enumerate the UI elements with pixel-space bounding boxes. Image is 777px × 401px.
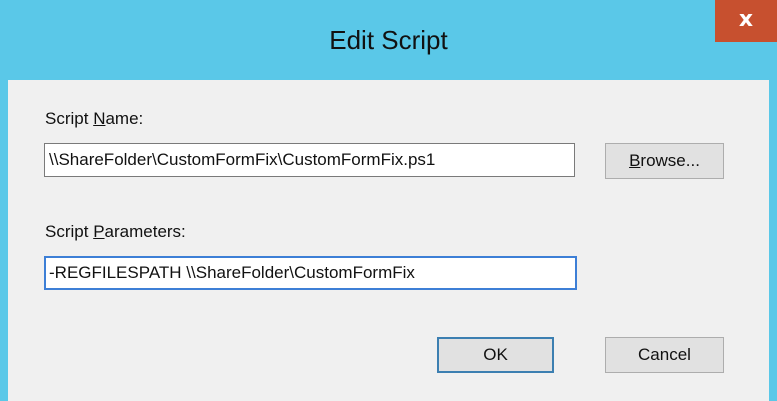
script-name-field[interactable]: \\ShareFolder\CustomFormFix\CustomFormFi… <box>44 143 575 177</box>
close-icon: x <box>738 7 754 32</box>
script-parameters-label-prefix: Script <box>45 222 94 241</box>
window-title: Edit Script <box>329 25 448 55</box>
ok-button[interactable]: OK <box>437 337 554 373</box>
browse-label: rowse... <box>640 151 700 170</box>
script-name-label-suffix: ame: <box>105 109 144 128</box>
script-parameters-label-suffix: arameters: <box>104 222 186 241</box>
dialog-body: Script Name: \\ShareFolder\CustomFormFix… <box>8 80 769 401</box>
edit-script-dialog: Edit Script x Script Name: \\ShareFolder… <box>0 0 777 401</box>
script-name-label-prefix: Script <box>45 109 94 128</box>
script-name-label: Script Name: <box>45 109 143 129</box>
browse-accelerator: B <box>629 151 641 170</box>
script-parameters-field[interactable]: -REGFILESPATH \\ShareFolder\CustomFormFi… <box>44 256 577 290</box>
script-parameters-label: Script Parameters: <box>45 222 186 242</box>
close-button[interactable]: x <box>715 0 777 42</box>
script-name-accelerator: N <box>93 109 106 128</box>
title-bar[interactable]: Edit Script <box>0 0 777 80</box>
browse-button[interactable]: Browse... <box>605 143 724 179</box>
script-parameters-accelerator: P <box>93 222 105 241</box>
cancel-button[interactable]: Cancel <box>605 337 724 373</box>
